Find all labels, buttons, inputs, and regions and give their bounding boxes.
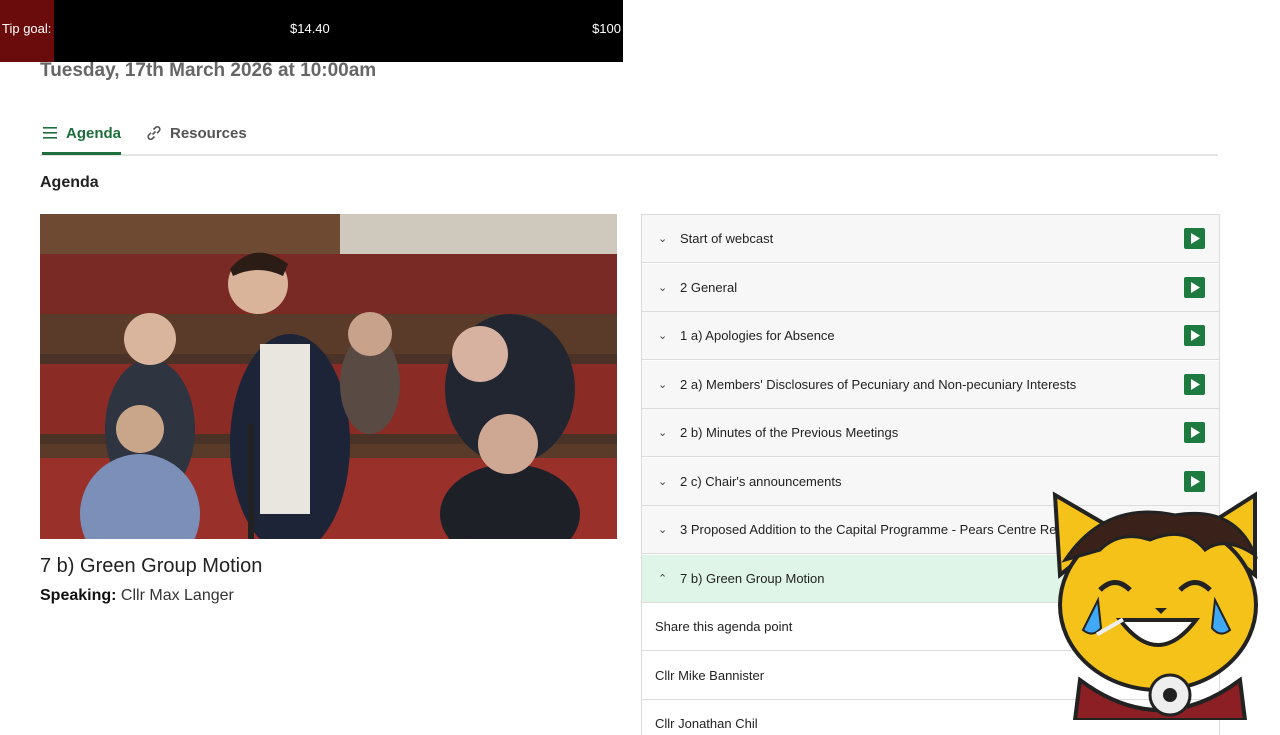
tab-agenda[interactable]: Agenda [42, 114, 122, 155]
play-icon [1190, 233, 1200, 244]
meeting-date: Tuesday, 17th March 2026 at 10:00am [40, 60, 377, 81]
agenda-item-label: 2 General [680, 280, 738, 295]
video-frame [40, 214, 617, 539]
tip-goal-label: Tip goal: [2, 21, 52, 36]
tip-goal-amount: $100 [592, 21, 621, 36]
play-icon [1190, 282, 1200, 293]
link-icon [146, 125, 162, 141]
play-button[interactable] [1184, 228, 1205, 249]
agenda-item-label: 2 a) Members' Disclosures of Pecuniary a… [680, 377, 1077, 392]
play-button[interactable] [1184, 422, 1205, 443]
video-player[interactable] [40, 214, 617, 539]
chevron-down-icon: ⌄ [658, 427, 668, 439]
tab-resources[interactable]: Resources [146, 114, 247, 152]
agenda-item-label: Start of webcast [680, 231, 774, 246]
chevron-down-icon: ⌄ [658, 379, 668, 391]
play-button[interactable] [1184, 325, 1205, 346]
play-button[interactable] [1184, 374, 1205, 395]
sub-item-label: Cllr Mike Bannister [655, 668, 765, 683]
agenda-item-label: 3 Proposed Addition to the Capital Progr… [680, 522, 1057, 537]
agenda-item[interactable]: ⌄ 2 General [642, 264, 1219, 312]
tip-goal-bar: Tip goal: $14.40 $100 [0, 0, 623, 62]
chevron-down-icon: ⌄ [658, 524, 668, 536]
chevron-down-icon: ⌄ [658, 476, 668, 488]
agenda-item[interactable]: ⌄ 1 a) Apologies for Absence [642, 312, 1219, 360]
agenda-item-label: 2 c) Chair's announcements [680, 474, 842, 489]
chevron-down-icon: ⌄ [658, 330, 668, 342]
play-icon [1190, 427, 1200, 438]
speaker-name: Cllr Max Langer [120, 587, 234, 604]
sub-item-label: Cllr Jonathan Chil [655, 716, 758, 731]
speaking-line: Speaking: Cllr Max Langer [40, 587, 234, 605]
tip-current-amount: $14.40 [290, 21, 330, 36]
now-playing-title: 7 b) Green Group Motion [40, 555, 263, 577]
agenda-item[interactable]: ⌄ 2 b) Minutes of the Previous Meetings [642, 409, 1219, 457]
cat-mascot-overlay [1040, 480, 1280, 722]
play-icon [1190, 330, 1200, 341]
section-heading: Agenda [40, 174, 99, 191]
chevron-up-icon: ⌃ [658, 573, 668, 585]
tab-resources-label: Resources [170, 124, 247, 142]
play-icon [1190, 379, 1200, 390]
chevron-down-icon: ⌄ [658, 282, 668, 294]
agenda-item-label: 2 b) Minutes of the Previous Meetings [680, 425, 899, 440]
menu-icon [42, 126, 58, 140]
agenda-item-label: 1 a) Apologies for Absence [680, 328, 835, 343]
sub-item-label: Share this agenda point [655, 619, 793, 634]
tab-agenda-label: Agenda [66, 124, 122, 142]
agenda-item[interactable]: ⌄ Start of webcast [642, 215, 1219, 263]
agenda-item-label: 7 b) Green Group Motion [680, 571, 825, 586]
speaking-label: Speaking: [40, 587, 117, 604]
chevron-down-icon: ⌄ [658, 233, 668, 245]
tab-bar: Agenda Resources [40, 114, 1218, 156]
play-button[interactable] [1184, 277, 1205, 298]
agenda-item[interactable]: ⌄ 2 a) Members' Disclosures of Pecuniary… [642, 361, 1219, 409]
